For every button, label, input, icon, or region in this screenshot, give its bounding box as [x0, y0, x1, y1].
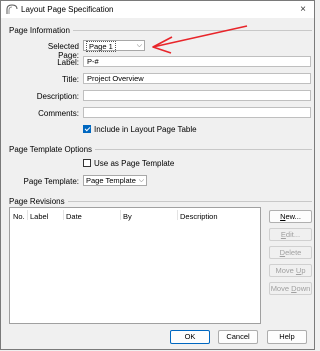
comments-field[interactable]	[83, 107, 311, 118]
include-in-table-checkbox[interactable]	[83, 125, 91, 133]
page-information-heading: Page Information	[9, 26, 73, 35]
column-header-description[interactable]: Description	[180, 212, 218, 221]
page-template-value: Page Template	[86, 176, 136, 185]
delete-button-label-post: elete	[285, 248, 302, 257]
ok-button[interactable]: OK	[170, 330, 210, 344]
move-down-button-label-post: own	[296, 284, 311, 293]
comments-label: Comments:	[38, 109, 79, 118]
new-revision-button[interactable]: New...	[269, 210, 312, 223]
help-button[interactable]: Help	[267, 330, 307, 344]
delete-revision-button[interactable]: Delete	[269, 246, 312, 259]
cancel-button[interactable]: Cancel	[218, 330, 258, 344]
close-button[interactable]: ×	[296, 3, 310, 16]
chevron-down-icon: ⌵	[138, 177, 144, 184]
column-separator	[120, 210, 121, 220]
use-as-template-checkbox[interactable]	[83, 159, 91, 167]
use-as-template-label: Use as Page Template	[94, 159, 175, 168]
page-template-options-heading: Page Template Options	[9, 145, 96, 154]
move-down-button[interactable]: Move Down	[269, 282, 312, 295]
column-separator	[63, 210, 64, 220]
revisions-table[interactable]: No. Label Date By Description	[9, 207, 261, 324]
column-header-no[interactable]: No.	[13, 212, 25, 221]
selected-page-value: Page 1	[86, 41, 116, 52]
new-button-label-post: ew...	[285, 212, 301, 221]
edit-button-label-post: dit...	[285, 230, 301, 239]
column-header-label[interactable]: Label	[30, 212, 48, 221]
window-title: Layout Page Specification	[21, 5, 114, 14]
column-separator	[27, 210, 28, 220]
page-template-label: Page Template:	[23, 177, 79, 186]
page-revisions-heading: Page Revisions	[9, 197, 68, 206]
description-label: Description:	[36, 92, 79, 101]
page-template-select[interactable]: Page Template ⌵	[83, 175, 147, 186]
title-field[interactable]	[83, 73, 311, 84]
move-down-button-label-pre: Move	[270, 284, 292, 293]
title-bar: Layout Page Specification ×	[1, 1, 314, 18]
chevron-down-icon: ⌵	[136, 42, 142, 49]
column-separator	[177, 210, 178, 220]
app-logo-icon	[6, 4, 18, 14]
column-header-date[interactable]: Date	[66, 212, 82, 221]
description-field[interactable]	[83, 90, 311, 101]
move-up-button-label-pre: Move	[275, 266, 296, 275]
selected-page-select[interactable]: Page 1 ⌵	[83, 40, 145, 52]
edit-revision-button[interactable]: Edit...	[269, 228, 312, 241]
move-up-button[interactable]: Move Up	[269, 264, 312, 277]
label-label: Label:	[57, 58, 79, 67]
column-header-by[interactable]: By	[123, 212, 132, 221]
move-up-button-label-post: p	[301, 266, 306, 275]
title-label: Title:	[61, 75, 79, 84]
include-in-table-label: Include in Layout Page Table	[94, 125, 197, 134]
layout-page-specification-dialog: Layout Page Specification × Page Informa…	[0, 0, 315, 350]
label-field[interactable]	[83, 56, 311, 67]
